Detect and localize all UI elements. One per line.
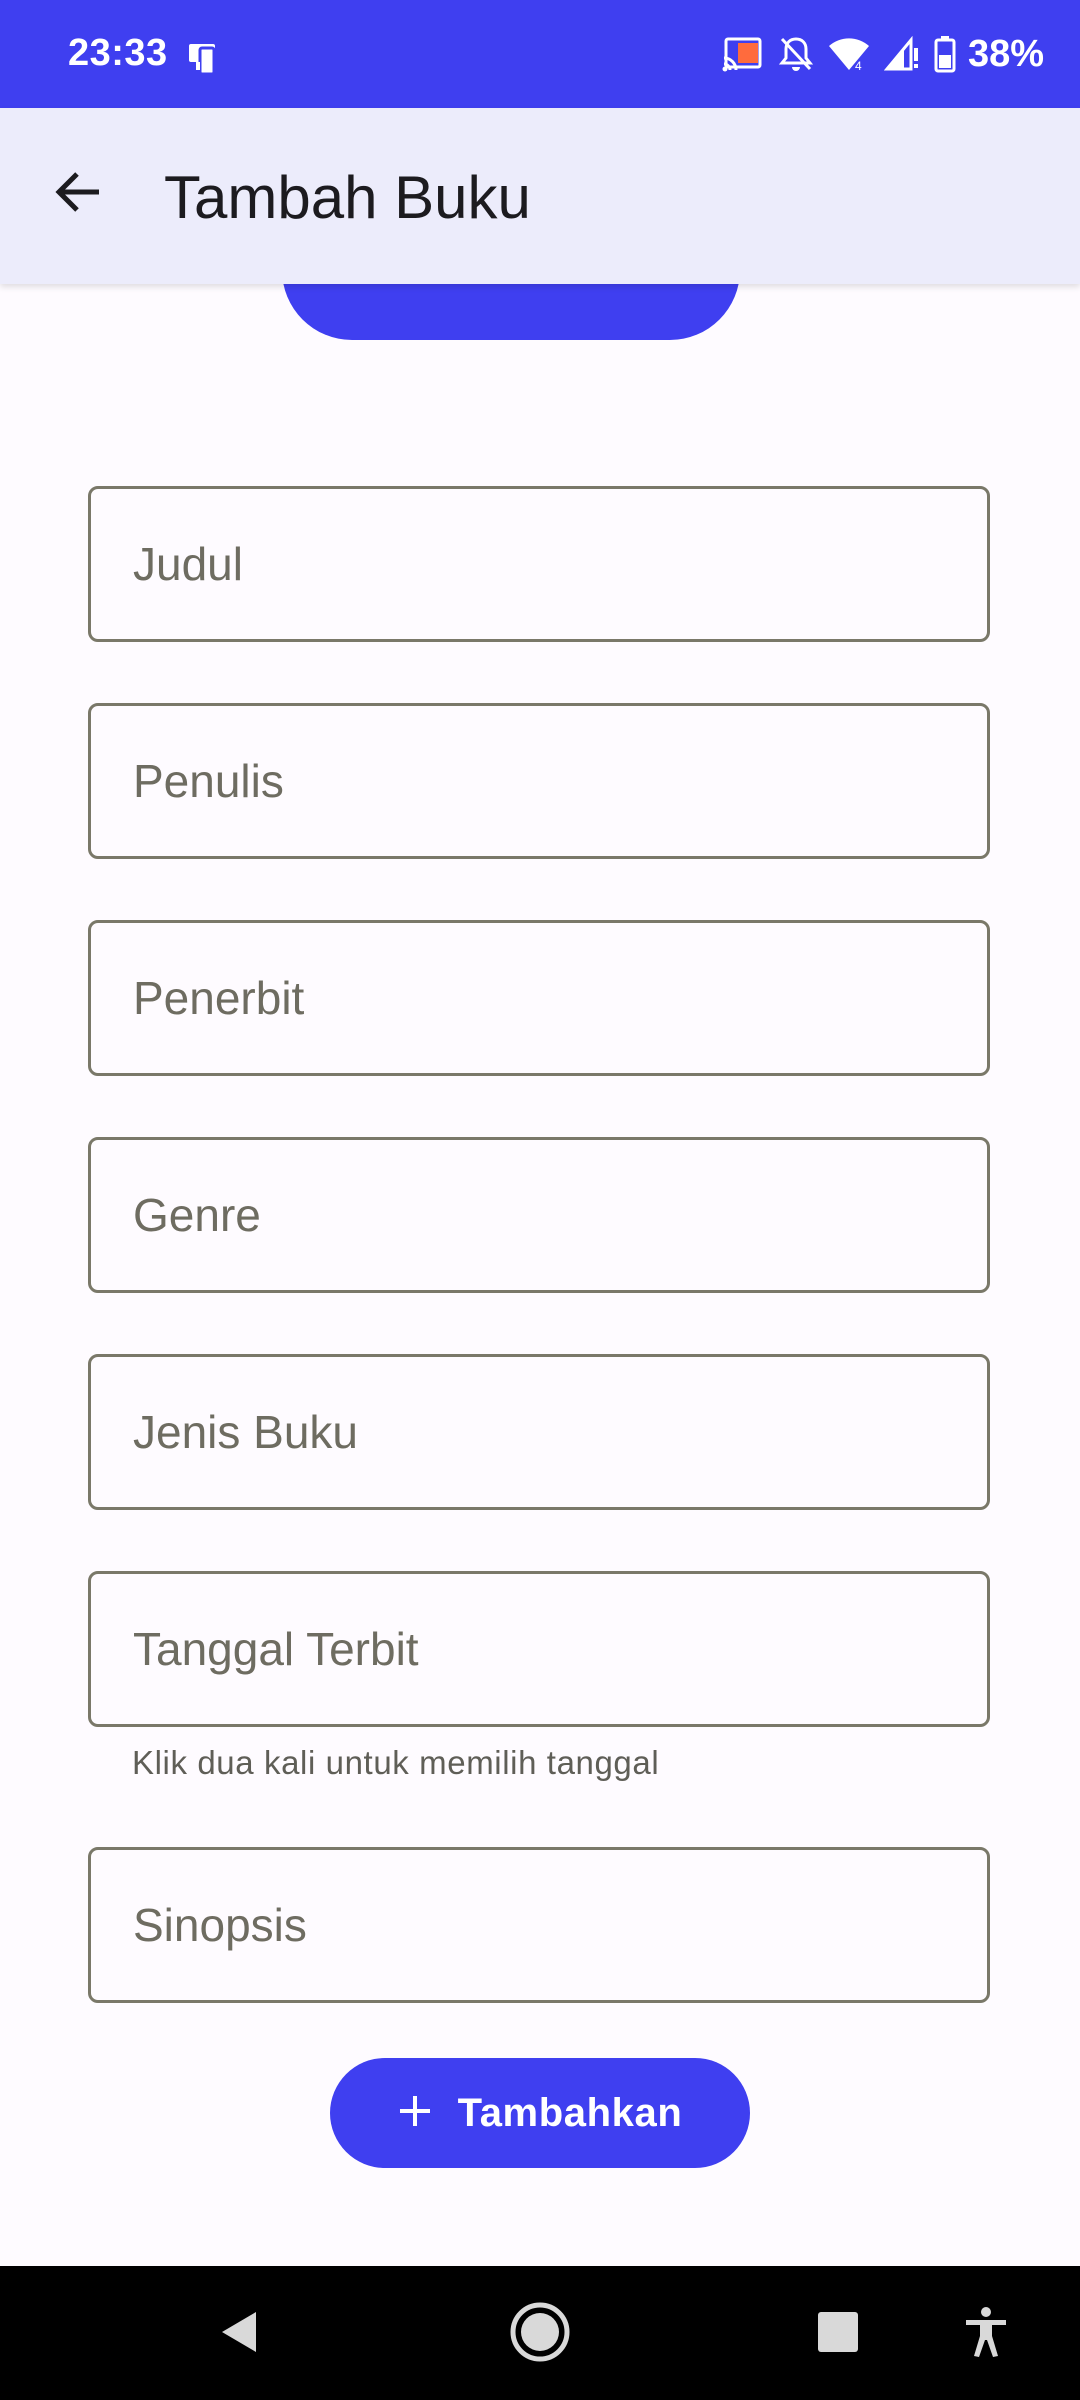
nav-recents-button[interactable] [800, 2296, 876, 2372]
tambahkan-label: Tambahkan [457, 2090, 683, 2135]
wifi-icon: 4 [828, 36, 870, 72]
status-time: 23:33 [68, 32, 168, 74]
tanggal-terbit-placeholder: Tanggal Terbit [133, 1623, 419, 1675]
sinopsis-field[interactable]: Sinopsis [88, 1847, 990, 2003]
page-title: Tambah Buku [164, 164, 531, 231]
jenis-buku-field[interactable]: Jenis Buku [88, 1354, 990, 1510]
penerbit-placeholder: Penerbit [133, 972, 305, 1024]
back-button[interactable] [40, 156, 116, 232]
home-circle-icon [509, 2301, 571, 2368]
jenis-buku-placeholder: Jenis Buku [133, 1406, 359, 1458]
signal-icon [883, 36, 920, 72]
arrow-back-icon [53, 170, 103, 219]
nav-accessibility-button[interactable] [948, 2296, 1024, 2372]
genre-field[interactable]: Genre [88, 1137, 990, 1293]
accessibility-icon [962, 2306, 1010, 2363]
phone-link-icon [186, 38, 226, 78]
sinopsis-placeholder: Sinopsis [133, 1899, 307, 1951]
judul-placeholder: Judul [133, 538, 243, 590]
app-bar: Tambah Buku [0, 108, 1080, 284]
form-content[interactable]: Judul Penulis Penerbit Genre Jenis Buku … [0, 284, 1080, 2266]
back-triangle-icon [216, 2308, 260, 2361]
system-nav-bar [0, 2266, 1080, 2400]
notifications-off-icon [778, 35, 814, 73]
image-picker-button[interactable] [282, 284, 740, 340]
tanggal-terbit-field[interactable]: Tanggal Terbit [88, 1571, 990, 1727]
cast-icon [722, 36, 764, 72]
battery-percentage: 38% [967, 32, 1044, 75]
status-bar: 23:33 4 38% [0, 0, 1080, 108]
nav-home-button[interactable] [502, 2296, 578, 2372]
status-icons: 4 38% [722, 30, 1044, 78]
battery-icon [934, 35, 956, 73]
genre-placeholder: Genre [133, 1189, 261, 1241]
recents-square-icon [816, 2310, 860, 2359]
penulis-placeholder: Penulis [133, 755, 284, 807]
penerbit-field[interactable]: Penerbit [88, 920, 990, 1076]
tambahkan-button[interactable]: Tambahkan [330, 2058, 750, 2168]
penulis-field[interactable]: Penulis [88, 703, 990, 859]
svg-text:4: 4 [855, 59, 862, 72]
nav-back-button[interactable] [200, 2296, 276, 2372]
plus-icon [398, 2094, 432, 2133]
judul-field[interactable]: Judul [88, 486, 990, 642]
tanggal-terbit-helper: Klik dua kali untuk memilih tanggal [132, 1744, 660, 1781]
